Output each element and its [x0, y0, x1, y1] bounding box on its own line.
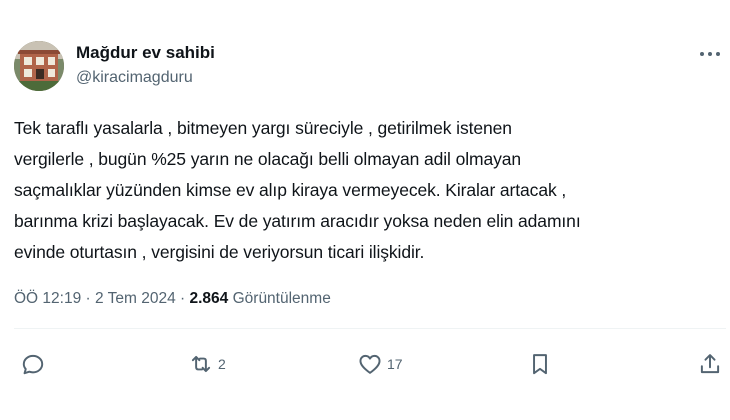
meta-separator: · [175, 290, 190, 307]
reply-button[interactable] [20, 350, 50, 378]
share-icon [700, 354, 720, 374]
author-block: Mağdur ev sahibi @kiracimagduru [76, 42, 215, 89]
meta-separator: · [81, 290, 95, 307]
views-label: Görüntülenme [228, 290, 331, 307]
tweet-card: Mağdur ev sahibi @kiracimagduru Tek tara… [0, 0, 730, 420]
retweet-icon [191, 355, 211, 373]
views-count: 2.864 [189, 290, 229, 307]
tweet-date[interactable]: 2 Tem 2024 [95, 290, 176, 307]
avatar-image [14, 41, 64, 91]
more-options-button[interactable] [696, 44, 724, 64]
more-dots-icon [700, 52, 720, 56]
share-button[interactable] [697, 350, 723, 378]
bookmark-button[interactable] [527, 350, 553, 378]
like-button[interactable]: 17 [357, 350, 403, 378]
divider [14, 328, 726, 329]
reply-icon [22, 354, 44, 375]
author-handle[interactable]: @kiracimagduru [76, 67, 215, 89]
like-count: 17 [387, 356, 403, 372]
author-name[interactable]: Mağdur ev sahibi [76, 42, 215, 64]
retweet-button[interactable]: 2 [188, 350, 226, 378]
retweet-count: 2 [218, 356, 226, 372]
bookmark-icon [533, 354, 547, 375]
heart-icon [359, 354, 381, 374]
tweet-time[interactable]: ÖÖ 12:19 [14, 290, 81, 307]
tweet-text: Tek taraflı yasalarla , bitmeyen yargı s… [14, 118, 581, 262]
avatar[interactable] [14, 41, 64, 91]
tweet-meta: ÖÖ 12:19 · 2 Tem 2024 · 2.864 Görüntülen… [14, 288, 331, 310]
